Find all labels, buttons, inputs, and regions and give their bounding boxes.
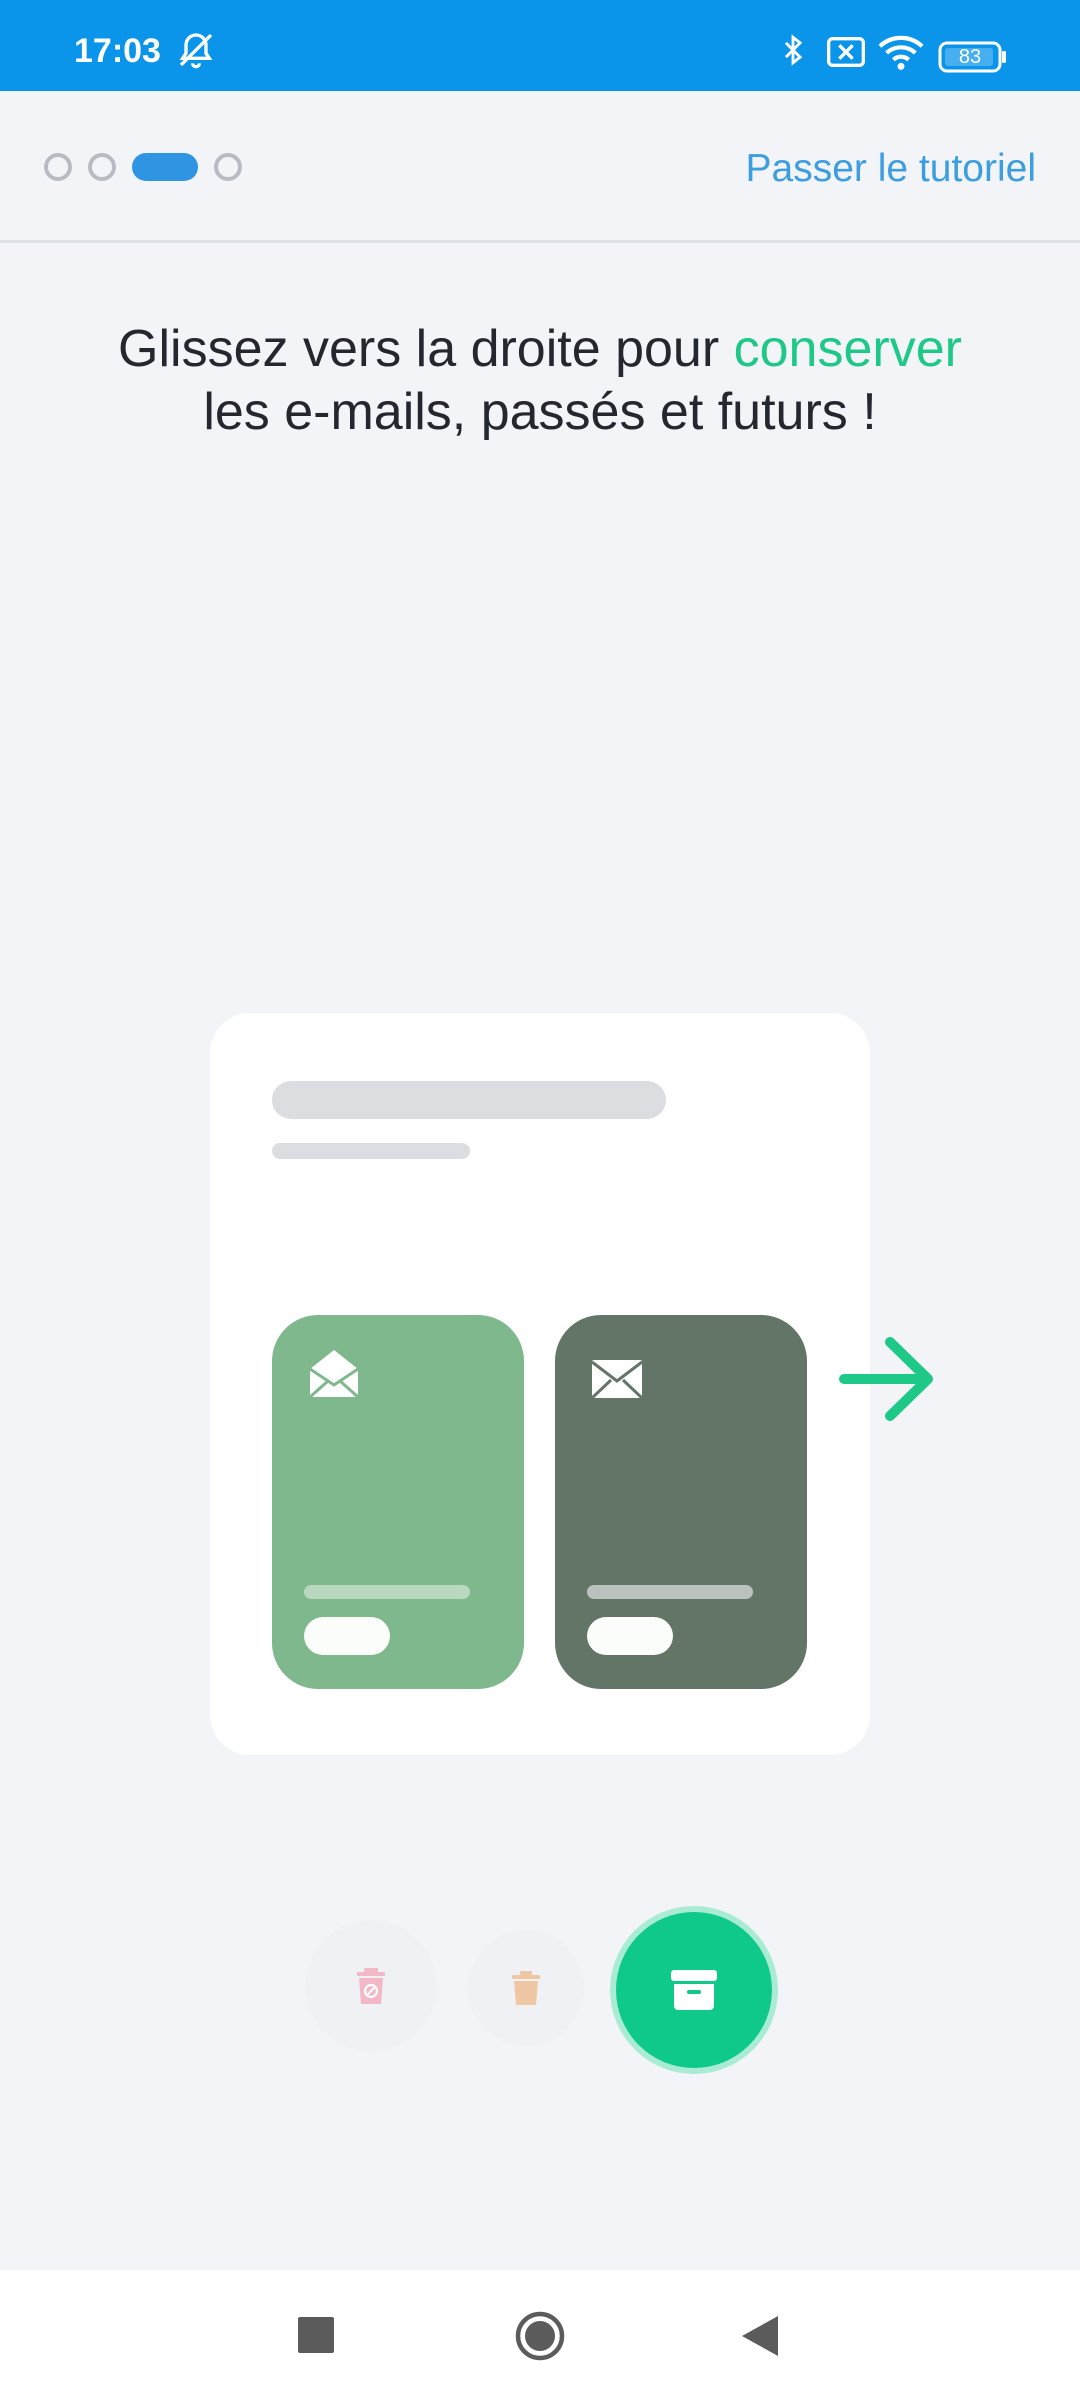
sim-x-icon xyxy=(826,36,866,73)
placeholder-pill xyxy=(304,1617,390,1655)
bell-off-icon xyxy=(176,30,216,75)
system-nav-bar xyxy=(0,2270,1080,2400)
placeholder-bar xyxy=(272,1081,666,1119)
back-button[interactable] xyxy=(742,2316,778,2361)
page-dot xyxy=(214,153,242,181)
bluetooth-icon xyxy=(776,30,810,75)
placeholder-pill xyxy=(587,1617,673,1655)
headline-accent: conserver xyxy=(733,320,962,378)
skip-tutorial-link[interactable]: Passer le tutoriel xyxy=(746,147,1036,191)
home-button[interactable] xyxy=(514,2310,566,2367)
page-dot xyxy=(88,153,116,181)
placeholder-line xyxy=(587,1585,753,1599)
wifi-icon xyxy=(878,32,924,77)
tutorial-headline: Glissez vers la droite pour conserver le… xyxy=(60,318,1020,444)
battery-level: 83 xyxy=(958,46,982,68)
delete-button[interactable] xyxy=(468,1930,584,2046)
headline-text: Glissez vers la droite pour xyxy=(118,320,734,378)
page-dot-active xyxy=(132,153,198,181)
tutorial-header: Passer le tutoriel xyxy=(0,91,1080,243)
envelope-closed-icon xyxy=(590,1359,644,1404)
illustration-card xyxy=(210,1013,870,1755)
status-bar: 17:03 83 xyxy=(0,0,1080,91)
arrow-right-icon xyxy=(838,1332,938,1431)
status-time: 17:03 xyxy=(74,32,161,70)
placeholder-line xyxy=(304,1585,470,1599)
block-delete-button[interactable] xyxy=(305,1920,437,2052)
email-card-unread xyxy=(555,1315,807,1689)
envelope-open-icon xyxy=(308,1347,360,1404)
placeholder-bar xyxy=(272,1143,470,1159)
headline-text-2: les e-mails, passés et futurs ! xyxy=(203,383,877,441)
keep-button[interactable] xyxy=(616,1912,772,2068)
email-card-read xyxy=(272,1315,524,1689)
page-dot xyxy=(44,153,72,181)
recents-button[interactable] xyxy=(298,2317,334,2358)
